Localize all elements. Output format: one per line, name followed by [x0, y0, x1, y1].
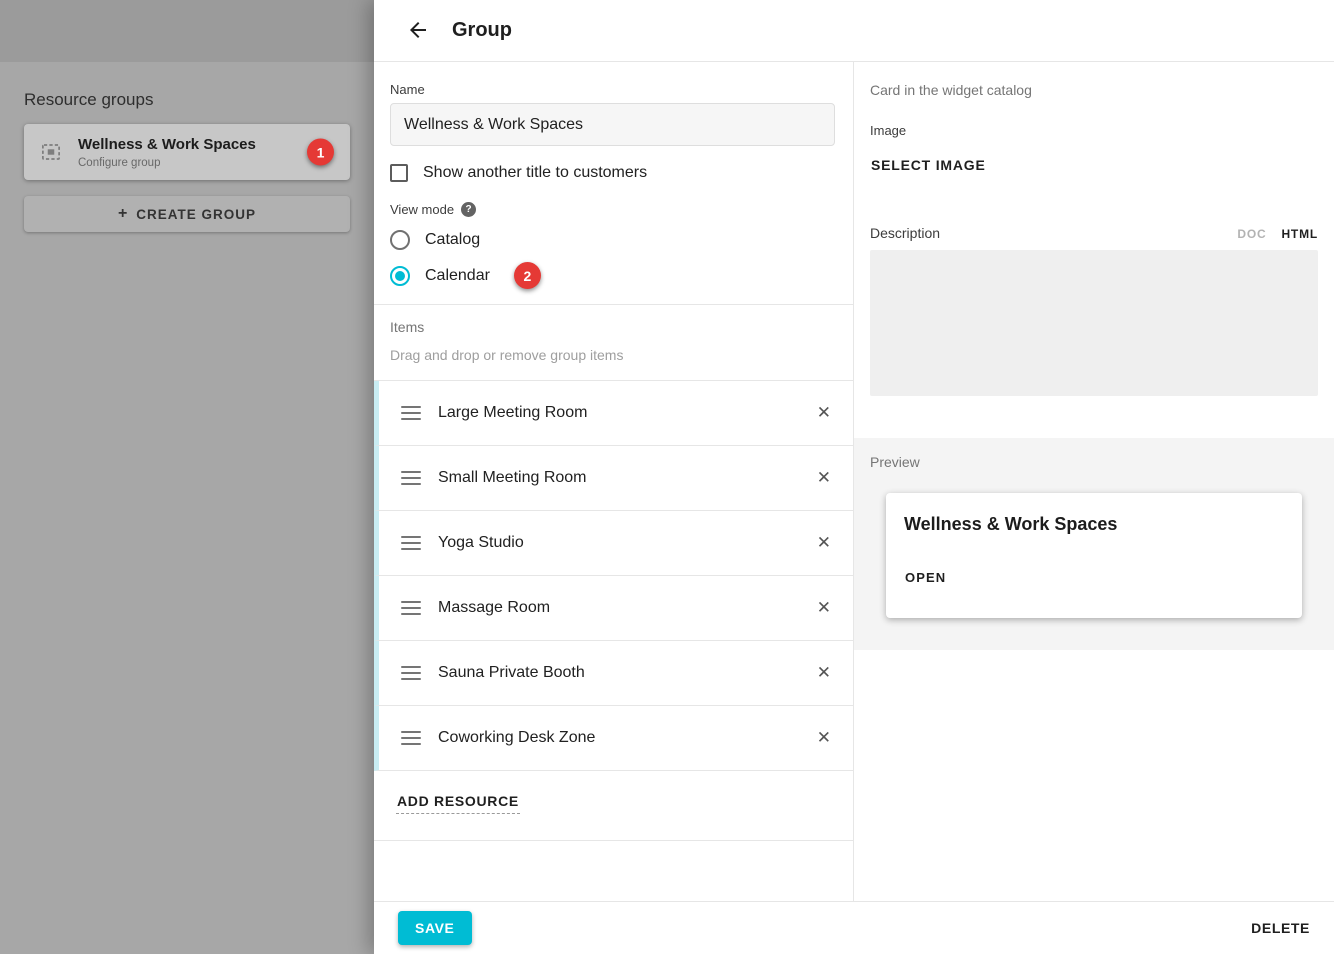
image-label: Image — [870, 123, 1318, 138]
radio-catalog-label: Catalog — [425, 231, 480, 249]
save-button[interactable]: SAVE — [398, 911, 472, 945]
preview-title: Preview — [870, 454, 1318, 470]
drag-handle-icon[interactable] — [401, 471, 421, 485]
drag-handle-icon[interactable] — [401, 536, 421, 550]
group-item-row: Small Meeting Room ✕ — [374, 446, 853, 511]
widget-section-title: Card in the widget catalog — [870, 82, 1318, 98]
group-panel: Group Name Show another title to custome… — [374, 0, 1334, 954]
checkbox-label: Show another title to customers — [423, 164, 647, 182]
group-icon — [38, 139, 64, 165]
radio-catalog[interactable]: Catalog — [390, 226, 835, 253]
annotation-badge-1: 1 — [307, 139, 334, 166]
group-item-row: Massage Room ✕ — [374, 576, 853, 641]
tab-html[interactable]: HTML — [1281, 227, 1318, 241]
group-item-row: Coworking Desk Zone ✕ — [374, 706, 853, 771]
group-item-label: Massage Room — [438, 599, 550, 617]
panel-header: Group — [374, 0, 1334, 62]
group-item-row: Yoga Studio ✕ — [374, 511, 853, 576]
resource-groups-title: Resource groups — [24, 90, 350, 110]
select-image-button[interactable]: SELECT IMAGE — [870, 155, 987, 175]
plus-icon: + — [118, 205, 128, 223]
group-card-title: Wellness & Work Spaces — [78, 136, 256, 154]
add-resource-button[interactable]: ADD RESOURCE — [396, 793, 520, 814]
name-input[interactable] — [390, 103, 835, 146]
open-button[interactable]: OPEN — [904, 568, 947, 587]
help-icon[interactable]: ? — [461, 202, 476, 217]
preview-card-title: Wellness & Work Spaces — [904, 514, 1284, 535]
panel-title: Group — [452, 19, 512, 42]
back-arrow-icon[interactable] — [405, 18, 431, 44]
resource-groups-sidebar: Resource groups Wellness & Work Spaces C… — [0, 0, 374, 954]
radio-checked-icon[interactable] — [390, 266, 410, 286]
group-item-row: Sauna Private Booth ✕ — [374, 641, 853, 706]
group-item-label: Small Meeting Room — [438, 469, 587, 487]
drag-handle-icon[interactable] — [401, 666, 421, 680]
radio-calendar[interactable]: Calendar 2 — [390, 262, 835, 289]
items-hint: Drag and drop or remove group items — [390, 347, 837, 363]
preview-section: Preview Wellness & Work Spaces OPEN — [854, 438, 1334, 650]
view-mode-label: View mode — [390, 202, 454, 217]
group-item-label: Coworking Desk Zone — [438, 729, 595, 747]
panel-footer: SAVE DELETE — [374, 901, 1334, 954]
group-settings-column: Name Show another title to customers Vie… — [374, 62, 854, 901]
preview-card: Wellness & Work Spaces OPEN — [886, 493, 1302, 618]
radio-unchecked-icon[interactable] — [390, 230, 410, 250]
remove-item-icon[interactable]: ✕ — [811, 399, 837, 427]
group-item-label: Yoga Studio — [438, 534, 524, 552]
description-textarea[interactable] — [870, 250, 1318, 396]
divider — [374, 840, 853, 841]
radio-calendar-label: Calendar — [425, 267, 490, 285]
screen: Resource groups Wellness & Work Spaces C… — [0, 0, 1334, 954]
create-group-label: CREATE GROUP — [136, 207, 256, 222]
remove-item-icon[interactable]: ✕ — [811, 724, 837, 752]
annotation-badge-2: 2 — [514, 262, 541, 289]
items-section-title: Items — [390, 319, 837, 335]
remove-item-icon[interactable]: ✕ — [811, 464, 837, 492]
group-card[interactable]: Wellness & Work Spaces Configure group 1 — [24, 124, 350, 180]
remove-item-icon[interactable]: ✕ — [811, 594, 837, 622]
show-another-title-checkbox[interactable]: Show another title to customers — [390, 164, 835, 182]
tab-doc[interactable]: DOC — [1237, 227, 1266, 241]
group-item-label: Sauna Private Booth — [438, 664, 585, 682]
remove-item-icon[interactable]: ✕ — [811, 529, 837, 557]
group-card-subtitle: Configure group — [78, 157, 256, 169]
drag-handle-icon[interactable] — [401, 406, 421, 420]
group-item-label: Large Meeting Room — [438, 404, 587, 422]
app-topbar — [0, 0, 374, 62]
description-label: Description — [870, 225, 940, 241]
checkbox-icon[interactable] — [390, 164, 408, 182]
create-group-button[interactable]: + CREATE GROUP — [24, 196, 350, 232]
name-label: Name — [390, 82, 835, 97]
remove-item-icon[interactable]: ✕ — [811, 659, 837, 687]
delete-button[interactable]: DELETE — [1251, 920, 1310, 936]
drag-handle-icon[interactable] — [401, 601, 421, 615]
widget-catalog-column: Card in the widget catalog Image SELECT … — [854, 62, 1334, 901]
group-item-row: Large Meeting Room ✕ — [374, 381, 853, 446]
drag-handle-icon[interactable] — [401, 731, 421, 745]
